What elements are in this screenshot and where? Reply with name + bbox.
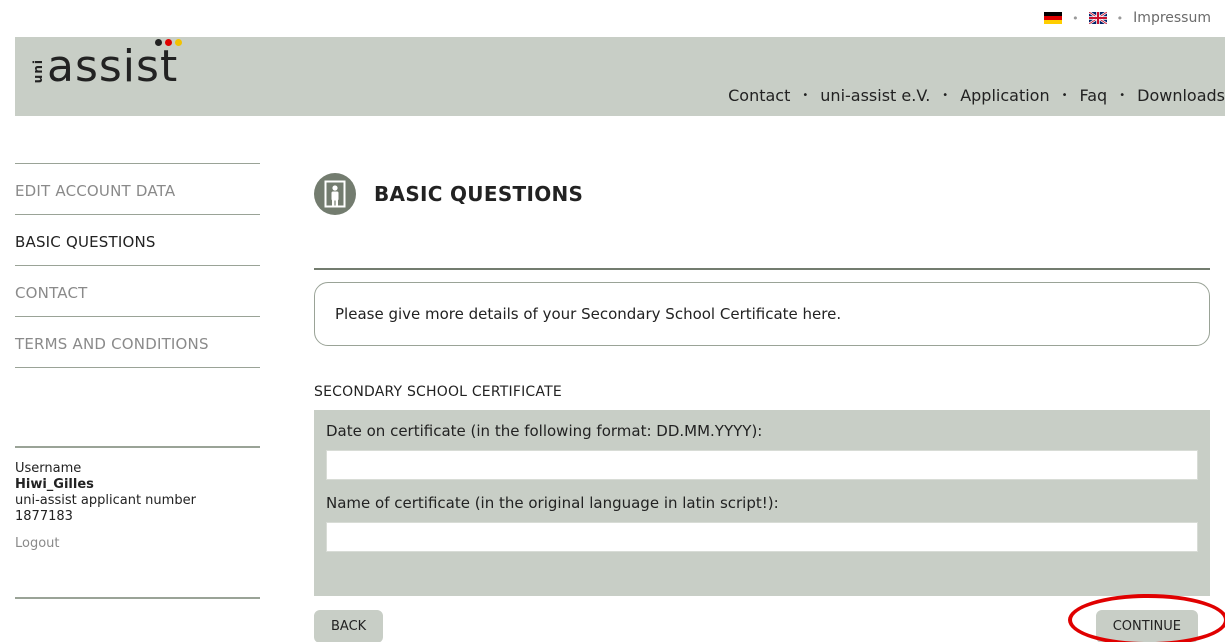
separator: •: [1072, 11, 1079, 25]
user-info: Username Hiwi_Gilles uni-assist applican…: [15, 446, 260, 599]
page-header: BASIC QUESTIONS: [314, 166, 1210, 222]
header-band: uni assist Contact • uni-assist e.V. • A…: [15, 37, 1225, 116]
main-content: BASIC QUESTIONS Please give more details…: [314, 164, 1225, 642]
continue-button[interactable]: CONTINUE: [1095, 610, 1198, 642]
flag-germany-icon[interactable]: [1044, 12, 1063, 24]
nav-separator: •: [1061, 90, 1068, 101]
section-title: SECONDARY SCHOOL CERTIFICATE: [314, 384, 562, 400]
certificate-name-field[interactable]: [326, 522, 1198, 552]
nav-contact[interactable]: Contact: [728, 86, 790, 105]
logo-wordmark: assist: [47, 41, 179, 92]
sidebar-item-contact[interactable]: CONTACT: [15, 265, 260, 316]
logout-link[interactable]: Logout: [15, 536, 60, 552]
sidebar-item-edit-account[interactable]: EDIT ACCOUNT DATA: [15, 163, 260, 214]
separator: •: [1116, 11, 1124, 25]
form-actions: BACK CONTINUE: [314, 594, 1225, 642]
nav-faq[interactable]: Faq: [1080, 86, 1108, 105]
applicant-number-label: uni-assist applicant number: [15, 493, 196, 508]
logo[interactable]: uni assist: [31, 39, 182, 89]
nav-separator: •: [942, 90, 949, 101]
back-button[interactable]: BACK: [314, 610, 384, 642]
applicant-number: 1877183: [15, 509, 73, 524]
impressum-link[interactable]: Impressum: [1133, 10, 1211, 26]
sidebar-item-basic-questions[interactable]: BASIC QUESTIONS: [15, 214, 260, 265]
main-nav: Contact • uni-assist e.V. • Application …: [728, 86, 1225, 105]
sidebar: EDIT ACCOUNT DATA BASIC QUESTIONS CONTAC…: [15, 163, 260, 368]
title-divider: [314, 268, 1210, 270]
flag-uk-icon[interactable]: [1088, 12, 1107, 24]
utility-bar: • • Impressum: [1044, 10, 1211, 26]
nav-downloads[interactable]: Downloads: [1137, 86, 1225, 105]
date-field[interactable]: [326, 450, 1198, 480]
door-person-icon: [314, 173, 356, 215]
date-field-label: Date on certificate (in the following fo…: [326, 422, 763, 440]
sidebar-item-terms[interactable]: TERMS AND CONDITIONS: [15, 316, 260, 368]
certificate-form: Date on certificate (in the following fo…: [314, 410, 1210, 596]
page-title: BASIC QUESTIONS: [374, 182, 584, 206]
logo-text: assist: [47, 39, 182, 89]
logo-dots: [155, 39, 182, 46]
info-box: Please give more details of your Seconda…: [314, 282, 1210, 346]
logo-prefix: uni: [31, 58, 45, 83]
info-text: Please give more details of your Seconda…: [335, 305, 842, 323]
nav-separator: •: [802, 90, 809, 101]
username: Hiwi_Gilles: [15, 477, 94, 492]
nav-separator: •: [1119, 90, 1126, 101]
certificate-name-label: Name of certificate (in the original lan…: [326, 494, 779, 512]
nav-uni-assist[interactable]: uni-assist e.V.: [820, 86, 930, 105]
nav-application[interactable]: Application: [960, 86, 1049, 105]
username-label: Username: [15, 461, 82, 476]
